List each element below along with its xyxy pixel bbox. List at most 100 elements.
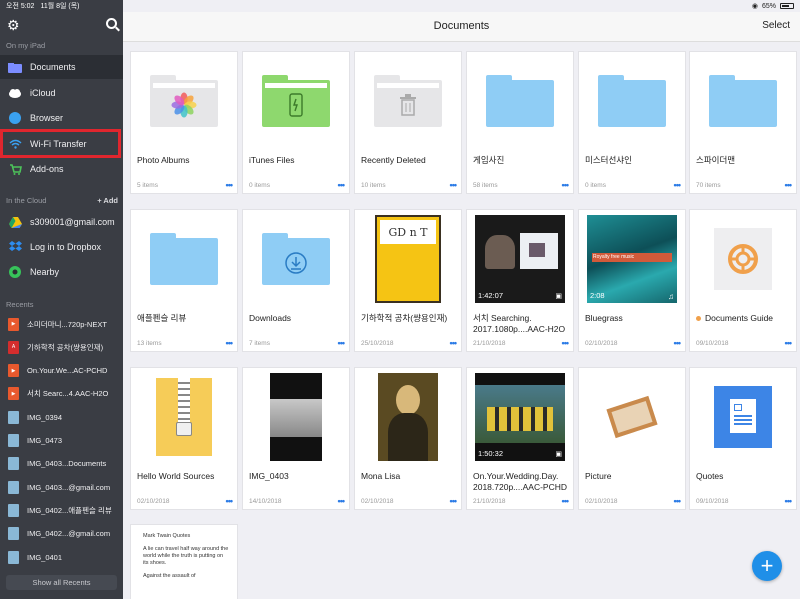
status-time: 오전 5:02 — [6, 3, 35, 10]
document-card[interactable]: Picture 02/10/2018 ••• — [578, 367, 686, 510]
compass-icon — [8, 112, 22, 124]
recent-item[interactable]: IMG_0403...@gmail.com — [0, 476, 123, 498]
document-card[interactable]: GD n T 기하학적 공차(썅용인재) 25/10/2018 ••• — [354, 209, 462, 352]
gear-icon[interactable]: ⚙ — [7, 17, 20, 34]
document-thumbnail — [579, 368, 685, 466]
cloud-item-2[interactable]: Nearby — [0, 260, 123, 284]
recent-item-label: On.Your.We...AC-PCHD — [27, 366, 108, 376]
document-card[interactable]: IMG_0403 14/10/2018 ••• — [242, 367, 350, 510]
more-options-icon[interactable]: ••• — [562, 496, 570, 506]
search-icon[interactable] — [106, 18, 117, 29]
more-options-icon[interactable]: ••• — [562, 338, 570, 348]
status-bar: 오전 5:02 11월 8일 (목) ◉ 65% — [0, 0, 800, 12]
sidebar: ⚙ On my iPad Documents iCloud Browser Wi-Fi… — [0, 0, 123, 599]
sidebar-item-documents[interactable]: Documents — [0, 55, 123, 79]
document-card[interactable]: iTunes Files 0 items ••• — [242, 51, 350, 194]
document-meta: 13 items — [137, 340, 162, 347]
document-meta: 02/10/2018 — [585, 340, 618, 347]
sidebar-item-browser[interactable]: Browser — [0, 106, 123, 130]
more-options-icon[interactable]: ••• — [226, 496, 234, 506]
recent-item[interactable]: ▶ 소미더마니...720p-NEXT — [0, 313, 123, 335]
more-options-icon[interactable]: ••• — [226, 180, 234, 190]
battery-icon — [780, 3, 794, 9]
image-file-icon — [8, 503, 19, 517]
document-meta: 21/10/2018 — [473, 340, 506, 347]
cloud-item-0[interactable]: s309001@gmail.com — [0, 210, 123, 234]
add-cloud-button[interactable]: + Add — [97, 196, 118, 205]
document-card[interactable]: 스파이더맨 70 items ••• — [689, 51, 797, 194]
document-thumbnail — [243, 52, 349, 150]
document-card[interactable]: Quotes 09/10/2018 ••• — [689, 367, 797, 510]
show-all-recents-button[interactable]: Show all Recents — [6, 575, 117, 590]
wifi-status-icon: ◉ — [751, 3, 758, 10]
section-heading-recents: Recents — [6, 300, 34, 309]
recent-item[interactable]: A 기하학적 공차(썅용인재) — [0, 336, 123, 358]
document-card[interactable]: Mona Lisa 02/10/2018 ••• — [354, 367, 462, 510]
recent-item[interactable]: IMG_0402...애플펜슬 리뷰 — [0, 499, 123, 521]
more-options-icon[interactable]: ••• — [785, 338, 793, 348]
sidebar-item-add-ons[interactable]: Add-ons — [0, 157, 123, 181]
audio-thumb-text: Royalty free music — [593, 254, 635, 260]
more-options-icon[interactable]: ••• — [450, 496, 458, 506]
more-options-icon[interactable]: ••• — [562, 180, 570, 190]
document-card[interactable]: Royalty free music 2:08 ♫ Bluegrass 02/10/20… — [578, 209, 686, 352]
pdf-file-icon: A — [8, 340, 19, 354]
document-card[interactable]: 1:42:07 ▣ 서치 Searching. 2017.1080p....AAC-… — [466, 209, 574, 352]
recent-item[interactable]: IMG_0394 — [0, 406, 123, 428]
video-duration: 1:50:32 — [478, 449, 504, 458]
image-file-icon — [8, 457, 19, 471]
recent-item[interactable]: IMG_0402...@gmail.com — [0, 523, 123, 545]
recent-item[interactable]: ▶ 서치 Searc...4.AAC-H2O — [0, 383, 123, 405]
recent-item-label: 서치 Searc...4.AAC-H2O — [27, 389, 109, 399]
document-meta: 09/10/2018 — [696, 498, 729, 505]
document-card[interactable]: Recently Deleted 10 items ••• — [354, 51, 462, 194]
document-card[interactable]: Downloads 7 items ••• — [242, 209, 350, 352]
more-options-icon[interactable]: ••• — [674, 496, 682, 506]
document-name: Photo Albums — [137, 155, 190, 165]
document-card[interactable]: Mark Twain Quotes A lie can travel half w… — [130, 524, 238, 599]
main-content: Documents Select Photo Albums 5 items ••• i… — [123, 0, 800, 599]
recent-item[interactable]: IMG_0401 — [0, 546, 123, 568]
more-options-icon[interactable]: ••• — [338, 496, 346, 506]
document-card[interactable]: Photo Albums 5 items ••• — [130, 51, 238, 194]
sidebar-item-icloud[interactable]: iCloud — [0, 81, 123, 105]
more-options-icon[interactable]: ••• — [785, 496, 793, 506]
cloud-icon — [8, 87, 22, 99]
cloud-item-1[interactable]: Log in to Dropbox — [0, 235, 123, 259]
more-options-icon[interactable]: ••• — [226, 338, 234, 348]
select-button[interactable]: Select — [762, 20, 790, 31]
document-meta: 02/10/2018 — [137, 498, 170, 505]
document-card[interactable]: Hello World Sources 02/10/2018 ••• — [130, 367, 238, 510]
google-drive-icon — [8, 216, 22, 228]
recent-item-label: IMG_0394 — [27, 412, 63, 422]
document-meta: 02/10/2018 — [585, 498, 618, 505]
more-options-icon[interactable]: ••• — [674, 338, 682, 348]
doc-thumb-body-2: Against the assault of — [143, 573, 196, 579]
status-date: 11월 8일 (목) — [40, 3, 80, 10]
more-options-icon[interactable]: ••• — [338, 180, 346, 190]
document-card[interactable]: 1:50:32 ▣ On.Your.Wedding.Day. 2018.720p..… — [466, 367, 574, 510]
document-card[interactable]: 미스터선샤인 0 items ••• — [578, 51, 686, 194]
recent-item[interactable]: IMG_0473 — [0, 430, 123, 452]
image-file-icon — [8, 410, 19, 424]
document-name-text: Documents Guide — [705, 313, 774, 323]
document-card[interactable]: Documents Guide 09/10/2018 ••• — [689, 209, 797, 352]
sidebar-item-label: Documents — [30, 62, 76, 72]
more-options-icon[interactable]: ••• — [338, 338, 346, 348]
more-options-icon[interactable]: ••• — [450, 180, 458, 190]
document-thumbnail — [690, 210, 796, 308]
cloud-item-label: Nearby — [30, 267, 60, 277]
more-options-icon[interactable]: ••• — [785, 180, 793, 190]
more-options-icon[interactable]: ••• — [450, 338, 458, 348]
document-card[interactable]: 애플펜슬 리뷰 13 items ••• — [130, 209, 238, 352]
document-card[interactable]: 게임사진 58 items ••• — [466, 51, 574, 194]
recent-item[interactable]: ▶ On.Your.We...AC-PCHD — [0, 360, 123, 382]
section-heading-on-my-ipad: On my iPad — [6, 41, 46, 50]
app-window: 오전 5:02 11월 8일 (목) ◉ 65% ⚙ On my iPad Do… — [0, 0, 800, 599]
add-button[interactable]: + — [752, 551, 782, 581]
status-dot — [696, 316, 701, 321]
video-duration: 1:42:07 — [478, 291, 504, 300]
document-thumbnail — [131, 210, 237, 308]
recent-item[interactable]: IMG_0403...Documents — [0, 453, 123, 475]
more-options-icon[interactable]: ••• — [674, 180, 682, 190]
